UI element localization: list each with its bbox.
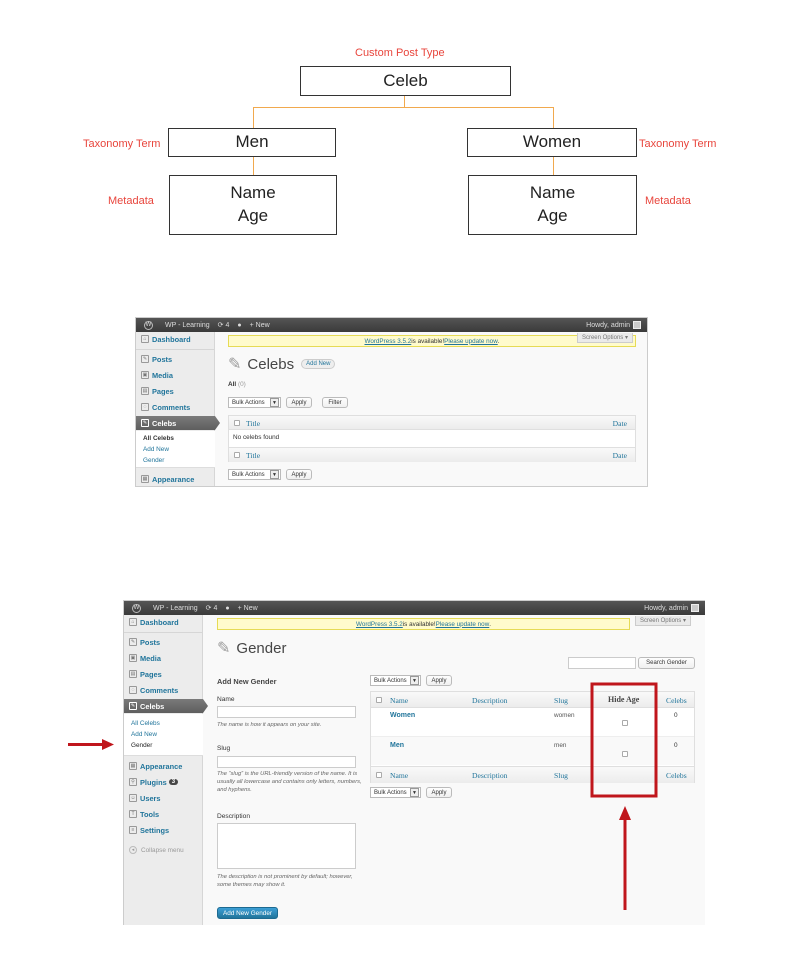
- annotation-overlay: [68, 682, 658, 910]
- up-arrow-annotation: [619, 806, 631, 910]
- arrow-head: [102, 739, 114, 750]
- left-arrow-annotation: [68, 739, 114, 750]
- arrow-head: [619, 806, 631, 820]
- hide-age-highlight-box: [590, 682, 658, 798]
